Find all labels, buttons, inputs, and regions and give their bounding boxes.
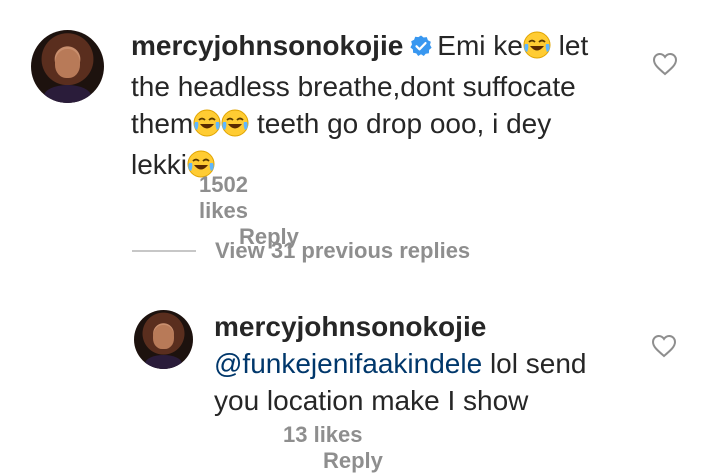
- face-with-tears-of-joy-emoji: [523, 31, 551, 68]
- comment-line-1: mercyjohnsonokojie Emi ke let: [131, 27, 631, 68]
- avatar[interactable]: [31, 30, 104, 103]
- mention-link[interactable]: @funkejenifaakindele: [214, 348, 482, 379]
- reply-meta: 13 likesReply: [283, 422, 383, 474]
- divider-line: [132, 250, 196, 252]
- comment-text-part: lekki: [131, 149, 188, 180]
- reply-line-2: you location make I show: [214, 385, 529, 416]
- reply-likes[interactable]: 13 likes: [283, 422, 363, 448]
- view-previous-replies-button[interactable]: View 31 previous replies: [132, 238, 470, 264]
- avatar-shoulders: [44, 85, 91, 103]
- avatar-face: [55, 48, 80, 79]
- reply-username[interactable]: mercyjohnsonokojie: [214, 308, 634, 345]
- comment-text-part: let: [558, 30, 589, 61]
- avatar-face: [153, 325, 174, 349]
- face-with-tears-of-joy-emoji: [193, 109, 221, 146]
- comment-text-part: Emi ke: [437, 30, 523, 61]
- like-heart-icon[interactable]: [651, 334, 677, 363]
- avatar-shoulders: [144, 354, 183, 369]
- comment-text-part: them: [131, 108, 194, 139]
- like-heart-icon[interactable]: [652, 52, 678, 81]
- reply-text-part: lol send: [482, 348, 587, 379]
- reply-line-1: @funkejenifaakindele lol send: [214, 345, 634, 382]
- face-with-tears-of-joy-emoji: [221, 109, 249, 146]
- comment-likes[interactable]: 1502 likes: [199, 172, 299, 224]
- comment-text: mercyjohnsonokojie Emi ke let the headles…: [131, 27, 631, 187]
- comment-username[interactable]: mercyjohnsonokojie: [131, 30, 403, 61]
- reply-text: mercyjohnsonokojie @funkejenifaakindele …: [214, 308, 634, 419]
- view-replies-label: View 31 previous replies: [215, 238, 471, 263]
- comment-line-3: them teeth go drop ooo, i dey: [131, 105, 631, 146]
- comment-line-2: the headless breathe,dont suffocate: [131, 71, 576, 102]
- reply-reply-button[interactable]: Reply: [323, 448, 383, 474]
- comment-text-part: teeth go drop ooo, i dey: [257, 108, 552, 139]
- verified-badge-icon: [409, 30, 433, 67]
- avatar[interactable]: [134, 310, 193, 369]
